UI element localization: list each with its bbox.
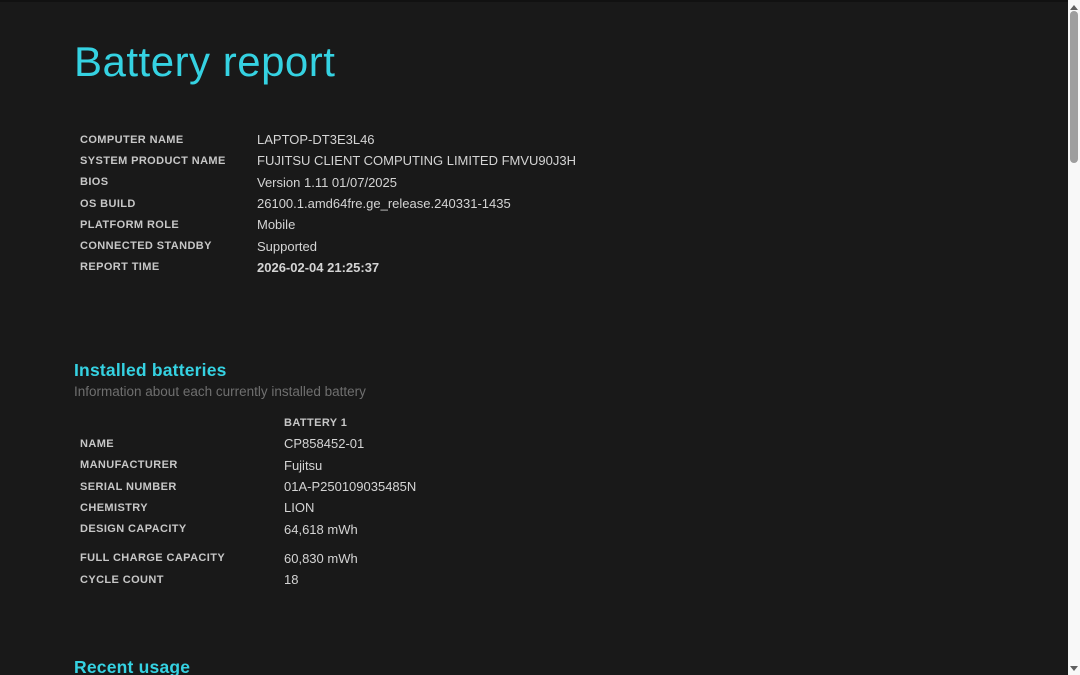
recent-usage-heading: Recent usage — [74, 657, 191, 675]
info-value: FUJITSU CLIENT COMPUTING LIMITED FMVU90J… — [257, 153, 577, 169]
table-row: DESIGN CAPACITY 64,618 mWh — [80, 518, 416, 539]
system-info-table: COMPUTER NAME LAPTOP-DT3E3L46 SYSTEM PRO… — [80, 129, 576, 278]
battery-label: SERIAL NUMBER — [80, 480, 177, 493]
installed-batteries-table: BATTERY 1 NAME CP858452-01 MANUFACTURER … — [80, 412, 416, 590]
info-value: Version 1.11 01/07/2025 — [257, 174, 397, 190]
info-value: Supported — [257, 238, 317, 254]
table-row: OS BUILD 26100.1.amd64fre.ge_release.240… — [80, 193, 576, 214]
info-label: CONNECTED STANDBY — [80, 240, 212, 253]
battery-column-header: BATTERY 1 — [284, 416, 348, 429]
battery-report-page: Battery report COMPUTER NAME LAPTOP-DT3E… — [0, 0, 1080, 675]
battery-label: FULL CHARGE CAPACITY — [80, 552, 226, 565]
battery-label: MANUFACTURER — [80, 459, 178, 472]
info-value: Mobile — [257, 217, 296, 233]
scrollbar-up-arrow-icon — [1070, 4, 1078, 10]
info-label: SYSTEM PRODUCT NAME — [80, 154, 226, 167]
battery-value: 18 — [284, 572, 299, 588]
table-row: MANUFACTURER Fujitsu — [80, 455, 416, 476]
battery-value: CP858452-01 — [284, 436, 365, 452]
report-time-value: 2026-02-04 21:25:37 — [257, 259, 380, 275]
battery-value: 64,618 mWh — [284, 521, 358, 537]
table-row: BIOS Version 1.11 01/07/2025 — [80, 172, 576, 193]
info-label: REPORT TIME — [80, 261, 160, 274]
page-title: Battery report — [74, 38, 336, 85]
scroll-down-button[interactable] — [1068, 661, 1080, 675]
table-row: COMPUTER NAME LAPTOP-DT3E3L46 — [80, 129, 576, 150]
info-value: LAPTOP-DT3E3L46 — [257, 132, 375, 148]
info-label: PLATFORM ROLE — [80, 218, 180, 231]
scrollbar-thumb[interactable] — [1070, 11, 1078, 163]
info-label: OS BUILD — [80, 197, 136, 210]
table-row: CHEMISTRY LION — [80, 497, 416, 518]
vertical-scrollbar[interactable] — [1068, 0, 1080, 675]
table-header-row: BATTERY 1 — [80, 412, 416, 433]
scrollbar-down-arrow-icon — [1070, 665, 1078, 671]
top-edge-divider — [0, 0, 1080, 2]
installed-batteries-heading: Installed batteries — [74, 360, 227, 380]
table-row: PLATFORM ROLE Mobile — [80, 214, 576, 235]
battery-value: LION — [284, 500, 315, 516]
table-row: NAME CP858452-01 — [80, 433, 416, 454]
table-row: CONNECTED STANDBY Supported — [80, 235, 576, 256]
table-row: CYCLE COUNT 18 — [80, 569, 416, 590]
info-label: BIOS — [80, 176, 109, 189]
battery-label: DESIGN CAPACITY — [80, 523, 187, 536]
table-row: SERIAL NUMBER 01A-P250109035485N — [80, 476, 416, 497]
battery-label: NAME — [80, 437, 114, 450]
battery-value: Fujitsu — [284, 457, 323, 473]
battery-value: 60,830 mWh — [284, 550, 358, 566]
table-row: FULL CHARGE CAPACITY 60,830 mWh — [80, 548, 416, 569]
installed-batteries-subtitle: Information about each currently install… — [74, 384, 366, 399]
table-row: SYSTEM PRODUCT NAME FUJITSU CLIENT COMPU… — [80, 150, 576, 171]
table-row: REPORT TIME 2026-02-04 21:25:37 — [80, 257, 576, 278]
battery-value: 01A-P250109035485N — [284, 479, 417, 495]
info-label: COMPUTER NAME — [80, 133, 184, 146]
battery-label: CYCLE COUNT — [80, 573, 164, 586]
battery-label: CHEMISTRY — [80, 501, 148, 514]
info-value: 26100.1.amd64fre.ge_release.240331-1435 — [257, 196, 511, 212]
